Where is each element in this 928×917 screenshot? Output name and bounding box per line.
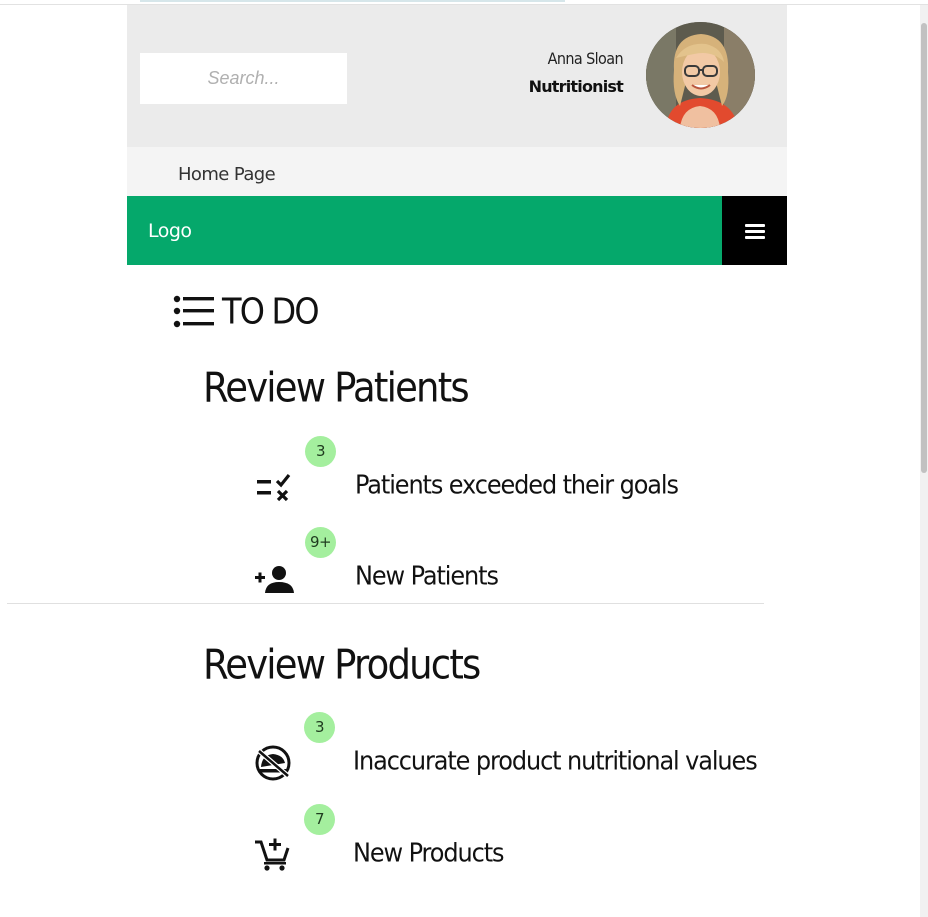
list-icon xyxy=(173,295,214,328)
badge-count: 7 xyxy=(304,804,335,835)
person-add-icon xyxy=(255,566,294,593)
avatar[interactable] xyxy=(646,22,755,128)
menu-button[interactable] xyxy=(722,196,787,265)
badge-count: 3 xyxy=(305,436,336,467)
section-divider xyxy=(7,603,764,604)
hamburger-menu-icon xyxy=(745,224,765,227)
todo-item-new-patients[interactable]: New Patients xyxy=(355,561,499,591)
scrollbar-thumb[interactable] xyxy=(921,23,927,473)
logo[interactable]: Logo xyxy=(148,220,192,242)
header: Anna Sloan Nutritionist xyxy=(127,5,787,147)
scrollbar[interactable] xyxy=(920,5,928,917)
section-title-patients: Review Patients xyxy=(203,364,470,412)
todo-title: TO DO xyxy=(222,290,320,333)
top-accent-line xyxy=(140,0,565,2)
todo-item-new-products[interactable]: New Products xyxy=(353,838,505,868)
user-role: Nutritionist xyxy=(528,77,624,96)
breadcrumb-bar: Home Page xyxy=(127,147,787,196)
section-title-products: Review Products xyxy=(203,641,481,689)
breadcrumb[interactable]: Home Page xyxy=(178,164,276,185)
no-food-icon xyxy=(255,745,291,781)
add-shopping-cart-icon xyxy=(255,838,290,871)
todo-item-patients-exceeded[interactable]: Patients exceeded their goals xyxy=(355,470,679,500)
rule-check-icon xyxy=(257,474,291,502)
navbar: Logo xyxy=(127,196,787,265)
user-name: Anna Sloan xyxy=(547,49,624,68)
search-input[interactable] xyxy=(140,53,347,104)
badge-count: 9+ xyxy=(305,527,336,558)
todo-item-inaccurate-products[interactable]: Inaccurate product nutritional values xyxy=(353,746,758,776)
badge-count: 3 xyxy=(304,712,335,743)
